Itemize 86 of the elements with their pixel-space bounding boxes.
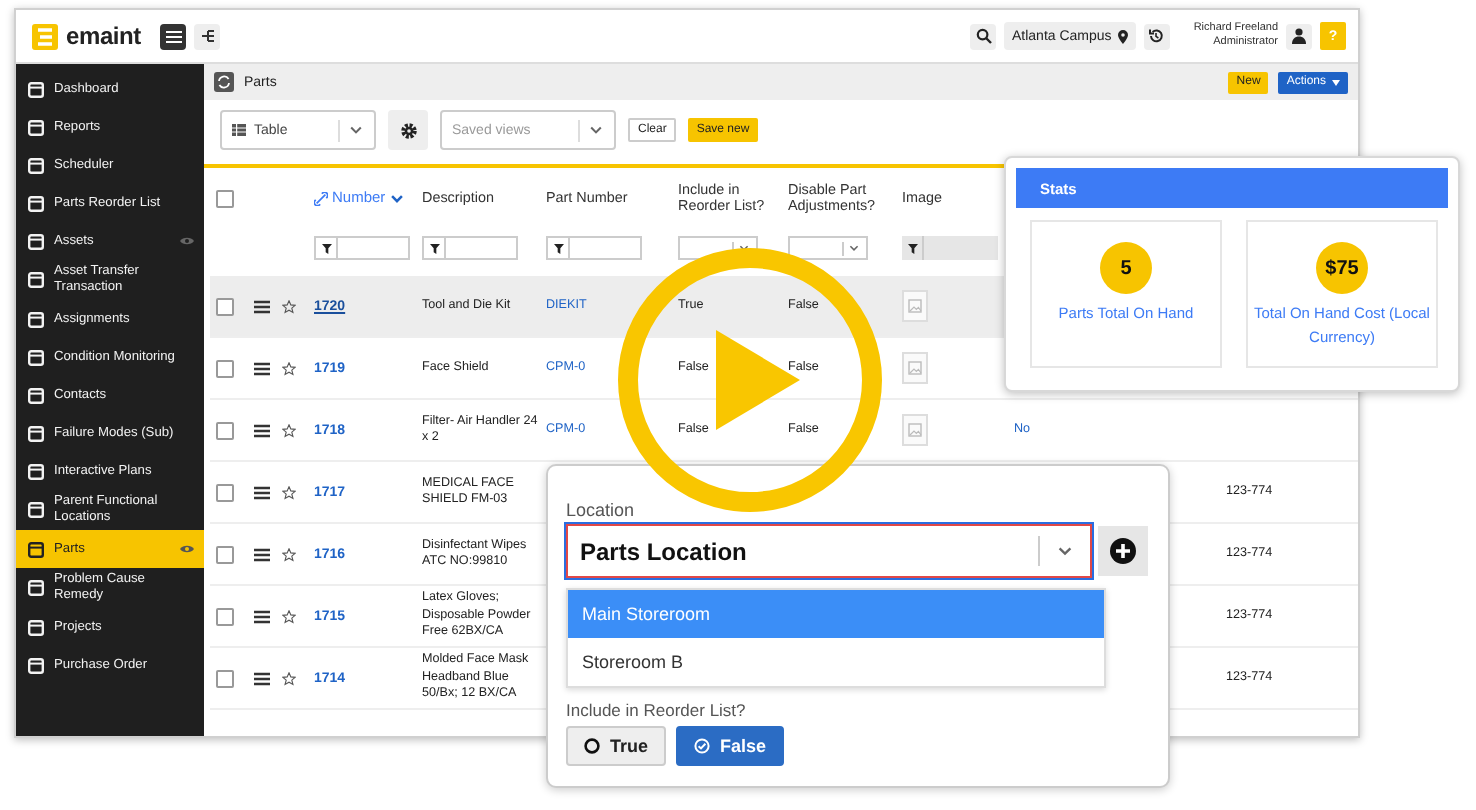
chevron-icon: [1056, 542, 1075, 560]
eye-icon[interactable]: [180, 236, 194, 246]
history-button[interactable]: [1143, 23, 1170, 49]
filter-field[interactable]: [314, 236, 410, 260]
select-all-checkbox[interactable]: [216, 189, 234, 207]
link-icon: [314, 191, 328, 205]
menu-icon[interactable]: [254, 485, 270, 499]
square-icon: [28, 195, 44, 211]
chevron-icon: [348, 122, 364, 138]
square-icon: [28, 463, 44, 479]
settings-button[interactable]: [388, 110, 428, 150]
choice-button[interactable]: True: [566, 726, 667, 766]
eye-icon[interactable]: [180, 544, 194, 554]
menu-icon[interactable]: [254, 361, 270, 375]
select-value: Parts Location: [580, 537, 747, 565]
square-icon: [28, 387, 44, 403]
chevron-icon: [738, 242, 750, 254]
chevron-icon: [588, 122, 604, 138]
refresh-icon[interactable]: [214, 72, 234, 92]
row-checkbox[interactable]: [216, 669, 234, 687]
settings-icon: [399, 121, 417, 139]
logo-mark-icon: [32, 23, 58, 49]
square-icon: [28, 349, 44, 365]
stat-value: $75: [1316, 242, 1368, 294]
dropdown-option[interactable]: Storeroom B: [568, 638, 1104, 686]
hierarchy-button[interactable]: [194, 23, 221, 49]
funnel-icon: [553, 243, 563, 253]
square-icon: [28, 580, 44, 596]
square-icon: [28, 619, 44, 635]
star-icon[interactable]: [282, 423, 296, 437]
funnel-icon: [429, 243, 439, 253]
search-button[interactable]: [970, 23, 996, 49]
choice-button[interactable]: False: [676, 726, 785, 766]
user-button[interactable]: [1286, 23, 1312, 49]
star-icon[interactable]: [282, 671, 296, 685]
table-icon: [232, 124, 246, 136]
row-checkbox[interactable]: [216, 607, 234, 625]
logo-text: emaint: [66, 22, 141, 50]
caret-icon: [1332, 79, 1340, 85]
star-icon[interactable]: [282, 485, 296, 499]
menu-icon[interactable]: [254, 423, 270, 437]
sort-chevron-icon[interactable]: [389, 191, 404, 205]
field-label: Location: [566, 500, 637, 524]
star-icon[interactable]: [282, 609, 296, 623]
square-icon: [28, 233, 44, 249]
square-icon: [28, 81, 44, 97]
square-icon: [28, 119, 44, 135]
hierarchy-icon: [199, 28, 216, 44]
square-icon: [28, 272, 44, 288]
square-icon: [28, 657, 44, 673]
person-icon: [1292, 28, 1306, 44]
add-button[interactable]: [1098, 526, 1148, 576]
search-icon: [975, 28, 991, 44]
menu-icon: [165, 29, 182, 43]
plus-circle-icon: [1110, 538, 1137, 564]
chevron-icon: [848, 242, 860, 254]
square-icon: [28, 157, 44, 173]
stat-value: 5: [1100, 242, 1152, 294]
row-checkbox[interactable]: [216, 359, 234, 377]
filter-field[interactable]: [546, 236, 642, 260]
square-icon: [28, 541, 44, 557]
menu-icon[interactable]: [254, 547, 270, 561]
field-label: Include in Reorder List?: [566, 700, 748, 720]
location-select[interactable]: Parts Location: [566, 524, 1093, 578]
menu-button[interactable]: [160, 23, 187, 49]
funnel-icon: [321, 243, 331, 253]
star-icon[interactable]: [282, 299, 296, 313]
row-checkbox[interactable]: [216, 545, 234, 563]
filter-field[interactable]: [902, 236, 998, 260]
circle-icon: [584, 738, 600, 754]
menu-icon[interactable]: [254, 299, 270, 313]
row-checkbox[interactable]: [216, 483, 234, 501]
pin-icon: [1117, 29, 1128, 43]
star-icon[interactable]: [282, 361, 296, 375]
star-icon[interactable]: [282, 547, 296, 561]
funnel-icon: [907, 243, 917, 253]
menu-icon[interactable]: [254, 609, 270, 623]
row-checkbox[interactable]: [216, 421, 234, 439]
square-icon: [28, 425, 44, 441]
filter-field[interactable]: [422, 236, 518, 260]
square-icon: [28, 311, 44, 327]
row-checkbox[interactable]: [216, 297, 234, 315]
square-icon: [28, 502, 44, 518]
menu-icon[interactable]: [254, 671, 270, 685]
check-circle-icon: [694, 738, 711, 754]
history-icon: [1148, 28, 1165, 44]
